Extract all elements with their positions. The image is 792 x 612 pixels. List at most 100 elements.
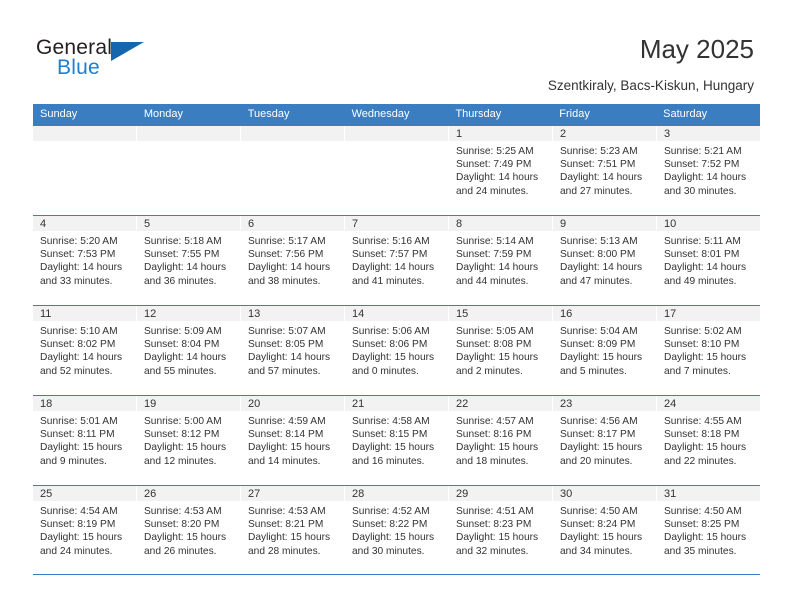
sunrise-text: Sunrise: 5:13 AM (560, 236, 638, 247)
day-number: 31 (657, 486, 760, 502)
calendar-day-cell[interactable]: 21 Sunrise: 4:58 AM Sunset: 8:15 PM Dayligh… (345, 396, 449, 485)
calendar-day-cell[interactable]: 31 Sunrise: 4:50 AM Sunset: 8:25 PM Dayligh… (657, 486, 760, 574)
daylight-text: Daylight: 15 hours and 16 minutes. (352, 442, 435, 467)
day-sun-info: Sunrise: 4:52 AM Sunset: 8:22 PM Daylight:… (345, 502, 448, 558)
calendar-day-cell[interactable]: 26 Sunrise: 4:53 AM Sunset: 8:20 PM Dayligh… (137, 486, 241, 574)
calendar-day-cell[interactable]: 7 Sunrise: 5:16 AM Sunset: 7:57 PM Daylight… (345, 216, 449, 305)
calendar-week-row: 4 Sunrise: 5:20 AM Sunset: 7:53 PM Daylight… (33, 215, 760, 305)
day-sun-info: Sunrise: 4:55 AM Sunset: 8:18 PM Daylight:… (657, 412, 760, 468)
sunset-text: Sunset: 8:10 PM (664, 339, 740, 351)
brand-logo[interactable]: General Blue (36, 36, 156, 82)
day-sun-info: Sunrise: 4:59 AM Sunset: 8:14 PM Daylight:… (241, 412, 344, 468)
daylight-text: Daylight: 15 hours and 22 minutes. (664, 442, 747, 467)
weekday-header-row: Sunday Monday Tuesday Wednesday Thursday Frid… (33, 104, 760, 125)
daylight-text: Daylight: 14 hours and 47 minutes. (560, 262, 643, 287)
sunrise-text: Sunrise: 5:21 AM (664, 146, 742, 157)
day-sun-info: Sunrise: 4:57 AM Sunset: 8:16 PM Daylight:… (449, 412, 552, 468)
calendar-day-cell[interactable]: 3 Sunrise: 5:21 AM Sunset: 7:52 PM Daylight… (657, 126, 760, 215)
day-number: 10 (657, 216, 760, 232)
calendar-day-cell[interactable]: 12 Sunrise: 5:09 AM Sunset: 8:04 PM Dayligh… (137, 306, 241, 395)
calendar-week-row: 18 Sunrise: 5:01 AM Sunset: 8:11 PM Dayligh… (33, 395, 760, 485)
day-sun-info: Sunrise: 5:21 AM Sunset: 7:52 PM Daylight:… (657, 142, 760, 198)
calendar-day-cell[interactable]: 19 Sunrise: 5:00 AM Sunset: 8:12 PM Dayligh… (137, 396, 241, 485)
sunset-text: Sunset: 8:12 PM (144, 429, 220, 441)
calendar-day-cell[interactable]: 20 Sunrise: 4:59 AM Sunset: 8:14 PM Dayligh… (241, 396, 345, 485)
day-sun-info: Sunrise: 4:58 AM Sunset: 8:15 PM Daylight:… (345, 412, 448, 468)
calendar-day-cell[interactable]: 2 Sunrise: 5:23 AM Sunset: 7:51 PM Daylight… (553, 126, 657, 215)
day-number: 24 (657, 396, 760, 412)
sunset-text: Sunset: 7:59 PM (456, 249, 532, 261)
day-number (33, 126, 136, 142)
day-sun-info: Sunrise: 5:01 AM Sunset: 8:11 PM Daylight:… (33, 412, 136, 468)
sunrise-text: Sunrise: 5:14 AM (456, 236, 534, 247)
calendar-day-cell[interactable]: 18 Sunrise: 5:01 AM Sunset: 8:11 PM Dayligh… (33, 396, 137, 485)
sunset-text: Sunset: 8:24 PM (560, 519, 636, 531)
day-number: 11 (33, 306, 136, 322)
sunrise-text: Sunrise: 5:09 AM (144, 326, 222, 337)
calendar-day-cell[interactable]: 23 Sunrise: 4:56 AM Sunset: 8:17 PM Dayligh… (553, 396, 657, 485)
day-sun-info: Sunrise: 5:25 AM Sunset: 7:49 PM Daylight:… (449, 142, 552, 198)
calendar-page: General Blue May 2025 Szentkiraly, Bacs-… (0, 0, 792, 612)
sunset-text: Sunset: 8:09 PM (560, 339, 636, 351)
daylight-text: Daylight: 14 hours and 41 minutes. (352, 262, 435, 287)
calendar-day-cell[interactable]: 8 Sunrise: 5:14 AM Sunset: 7:59 PM Daylight… (449, 216, 553, 305)
sunrise-text: Sunrise: 4:59 AM (248, 416, 326, 427)
sunrise-text: Sunrise: 5:04 AM (560, 326, 638, 337)
day-number: 27 (241, 486, 344, 502)
calendar-day-cell[interactable]: 10 Sunrise: 5:11 AM Sunset: 8:01 PM Dayligh… (657, 216, 760, 305)
daylight-text: Daylight: 14 hours and 38 minutes. (248, 262, 331, 287)
day-sun-info: Sunrise: 5:00 AM Sunset: 8:12 PM Daylight:… (137, 412, 240, 468)
daylight-text: Daylight: 15 hours and 26 minutes. (144, 532, 227, 557)
day-sun-info: Sunrise: 5:07 AM Sunset: 8:05 PM Daylight:… (241, 322, 344, 378)
day-number: 14 (345, 306, 448, 322)
daylight-text: Daylight: 15 hours and 24 minutes. (40, 532, 123, 557)
calendar-day-cell[interactable]: 1 Sunrise: 5:25 AM Sunset: 7:49 PM Daylight… (449, 126, 553, 215)
daylight-text: Daylight: 15 hours and 20 minutes. (560, 442, 643, 467)
sunset-text: Sunset: 8:15 PM (352, 429, 428, 441)
calendar-day-cell[interactable]: 9 Sunrise: 5:13 AM Sunset: 8:00 PM Daylight… (553, 216, 657, 305)
calendar-day-cell[interactable]: 5 Sunrise: 5:18 AM Sunset: 7:55 PM Daylight… (137, 216, 241, 305)
daylight-text: Daylight: 15 hours and 30 minutes. (352, 532, 435, 557)
sunrise-text: Sunrise: 5:02 AM (664, 326, 742, 337)
calendar-day-cell[interactable]: 28 Sunrise: 4:52 AM Sunset: 8:22 PM Dayligh… (345, 486, 449, 574)
calendar-day-cell[interactable]: 27 Sunrise: 4:53 AM Sunset: 8:21 PM Dayligh… (241, 486, 345, 574)
sunset-text: Sunset: 8:04 PM (144, 339, 220, 351)
calendar-day-cell[interactable]: 22 Sunrise: 4:57 AM Sunset: 8:16 PM Dayligh… (449, 396, 553, 485)
day-number: 2 (553, 126, 656, 142)
sunset-text: Sunset: 8:18 PM (664, 429, 740, 441)
sunrise-text: Sunrise: 5:20 AM (40, 236, 118, 247)
calendar-day-cell[interactable]: 24 Sunrise: 4:55 AM Sunset: 8:18 PM Dayligh… (657, 396, 760, 485)
daylight-text: Daylight: 14 hours and 44 minutes. (456, 262, 539, 287)
sunrise-text: Sunrise: 5:05 AM (456, 326, 534, 337)
page-subtitle: Szentkiraly, Bacs-Kiskun, Hungary (547, 78, 754, 93)
sunset-text: Sunset: 8:21 PM (248, 519, 324, 531)
calendar-day-cell[interactable]: 17 Sunrise: 5:02 AM Sunset: 8:10 PM Dayligh… (657, 306, 760, 395)
daylight-text: Daylight: 15 hours and 35 minutes. (664, 532, 747, 557)
calendar-day-cell[interactable]: 29 Sunrise: 4:51 AM Sunset: 8:23 PM Dayligh… (449, 486, 553, 574)
day-number: 26 (137, 486, 240, 502)
sunset-text: Sunset: 8:22 PM (352, 519, 428, 531)
calendar-day-cell[interactable]: 4 Sunrise: 5:20 AM Sunset: 7:53 PM Daylight… (33, 216, 137, 305)
calendar-day-cell[interactable]: 6 Sunrise: 5:17 AM Sunset: 7:56 PM Daylight… (241, 216, 345, 305)
day-sun-info: Sunrise: 5:20 AM Sunset: 7:53 PM Daylight:… (33, 232, 136, 288)
daylight-text: Daylight: 15 hours and 0 minutes. (352, 352, 435, 377)
daylight-text: Daylight: 15 hours and 28 minutes. (248, 532, 331, 557)
daylight-text: Daylight: 15 hours and 18 minutes. (456, 442, 539, 467)
calendar-day-cell[interactable]: 15 Sunrise: 5:05 AM Sunset: 8:08 PM Dayligh… (449, 306, 553, 395)
day-sun-info: Sunrise: 5:14 AM Sunset: 7:59 PM Daylight:… (449, 232, 552, 288)
calendar-day-cell[interactable]: 14 Sunrise: 5:06 AM Sunset: 8:06 PM Dayligh… (345, 306, 449, 395)
day-sun-info: Sunrise: 4:50 AM Sunset: 8:25 PM Daylight:… (657, 502, 760, 558)
sunset-text: Sunset: 7:56 PM (248, 249, 324, 261)
day-number: 23 (553, 396, 656, 412)
day-sun-info: Sunrise: 4:51 AM Sunset: 8:23 PM Daylight:… (449, 502, 552, 558)
sunset-text: Sunset: 7:53 PM (40, 249, 116, 261)
calendar-day-cell[interactable]: 25 Sunrise: 4:54 AM Sunset: 8:19 PM Dayligh… (33, 486, 137, 574)
daylight-text: Daylight: 15 hours and 14 minutes. (248, 442, 331, 467)
sunset-text: Sunset: 8:20 PM (144, 519, 220, 531)
calendar-day-cell[interactable]: 11 Sunrise: 5:10 AM Sunset: 8:02 PM Dayligh… (33, 306, 137, 395)
calendar-day-cell[interactable]: 16 Sunrise: 5:04 AM Sunset: 8:09 PM Dayligh… (553, 306, 657, 395)
calendar-day-cell[interactable]: 13 Sunrise: 5:07 AM Sunset: 8:05 PM Dayligh… (241, 306, 345, 395)
day-sun-info: Sunrise: 5:06 AM Sunset: 8:06 PM Daylight:… (345, 322, 448, 378)
calendar-day-cell[interactable]: 30 Sunrise: 4:50 AM Sunset: 8:24 PM Dayligh… (553, 486, 657, 574)
day-number: 30 (553, 486, 656, 502)
